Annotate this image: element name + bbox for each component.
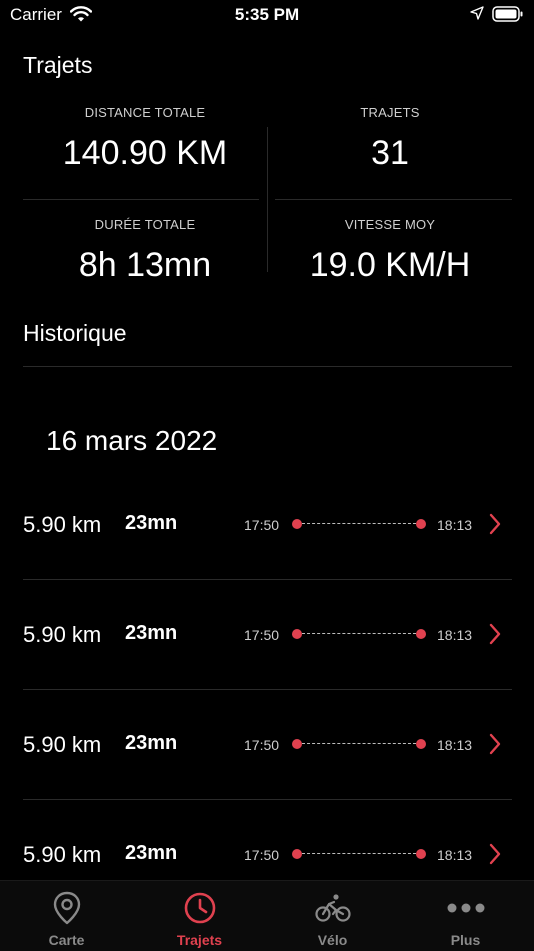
trip-end-time: 18:13 [437,627,473,643]
timeline-start-dot [292,739,302,749]
timeline-line [302,743,416,744]
timeline-line [302,633,416,634]
average-speed-label: VITESSE MOY [344,217,436,232]
battery-icon [492,6,524,27]
timeline-start-dot [292,629,302,639]
tab-label: Plus [450,932,481,948]
bike-icon [266,891,399,925]
date-heading: 16 mars 2022 [46,425,218,456]
total-duration-stat: DURÉE TOTALE 8h 13mn [23,217,267,285]
trip-distance: 5.90 km [23,512,102,537]
trip-start-time: 17:50 [244,847,280,863]
trip-duration: 23mn [125,842,178,864]
status-bar: Carrier 5:35 PM [0,0,534,32]
stats-summary: DISTANCE TOTALE 140.90 KM TRAJETS 31 DUR… [23,100,512,284]
tab-label: Vélo [317,932,348,948]
trip-end-time: 18:13 [437,847,473,863]
status-time: 5:35 PM [234,5,300,24]
timeline-end-dot [416,849,426,859]
tab-label: Trajets [176,932,223,948]
clock-icon [133,891,266,925]
timeline-line [302,853,416,854]
timeline-start-dot [292,519,302,529]
trip-row[interactable]: 5.90 km 23mn 17:50 18:13 [0,580,534,690]
timeline-line [302,523,416,524]
history-title: Historique [23,320,127,346]
trip-start-time: 17:50 [244,517,280,533]
trip-duration: 23mn [125,512,178,534]
trips-count-stat: TRAJETS 31 [268,105,512,173]
page-title: Trajets [23,52,93,78]
total-distance-stat: DISTANCE TOTALE 140.90 KM [23,105,267,173]
tab-plus[interactable]: Plus [399,881,532,951]
trip-distance: 5.90 km [23,622,102,647]
chevron-right-icon[interactable] [488,733,502,760]
tab-velo[interactable]: Vélo [266,881,399,951]
trip-distance: 5.90 km [23,732,102,757]
trip-row[interactable]: 5.90 km 23mn 17:50 18:13 [0,690,534,800]
timeline-end-dot [416,519,426,529]
tab-label: Carte [48,932,85,948]
location-arrow-icon [470,6,484,25]
total-duration-value: 8h 13mn [78,246,212,284]
trip-end-time: 18:13 [437,737,473,753]
average-speed-stat: VITESSE MOY 19.0 KM/H [268,217,512,285]
tab-trajets[interactable]: Trajets [133,881,266,951]
stats-divider [275,199,512,200]
trip-start-time: 17:50 [244,627,280,643]
timeline-end-dot [416,629,426,639]
more-icon [399,891,532,925]
trip-distance: 5.90 km [23,842,102,867]
timeline-start-dot [292,849,302,859]
stats-divider [23,199,259,200]
timeline-end-dot [416,739,426,749]
trip-list: 5.90 km 23mn 17:50 18:13 5.90 km 23mn 17… [0,470,534,910]
trip-end-time: 18:13 [437,517,473,533]
total-distance-value: 140.90 KM [62,134,228,172]
average-speed-value: 19.0 KM/H [309,246,471,284]
divider [23,366,512,367]
chevron-right-icon[interactable] [488,843,502,870]
trips-count-label: TRAJETS [360,105,420,120]
chevron-right-icon[interactable] [488,623,502,650]
chevron-right-icon[interactable] [488,513,502,540]
trip-duration: 23mn [125,622,178,644]
trip-row[interactable]: 5.90 km 23mn 17:50 18:13 [0,470,534,580]
tab-bar: Carte Trajets Vélo Plus [0,880,534,951]
trip-duration: 23mn [125,732,178,754]
tab-carte[interactable]: Carte [0,881,133,951]
trip-start-time: 17:50 [244,737,280,753]
map-pin-icon [0,891,133,925]
trips-count-value: 31 [371,134,409,172]
total-distance-label: DISTANCE TOTALE [84,105,206,120]
total-duration-label: DURÉE TOTALE [94,217,196,232]
